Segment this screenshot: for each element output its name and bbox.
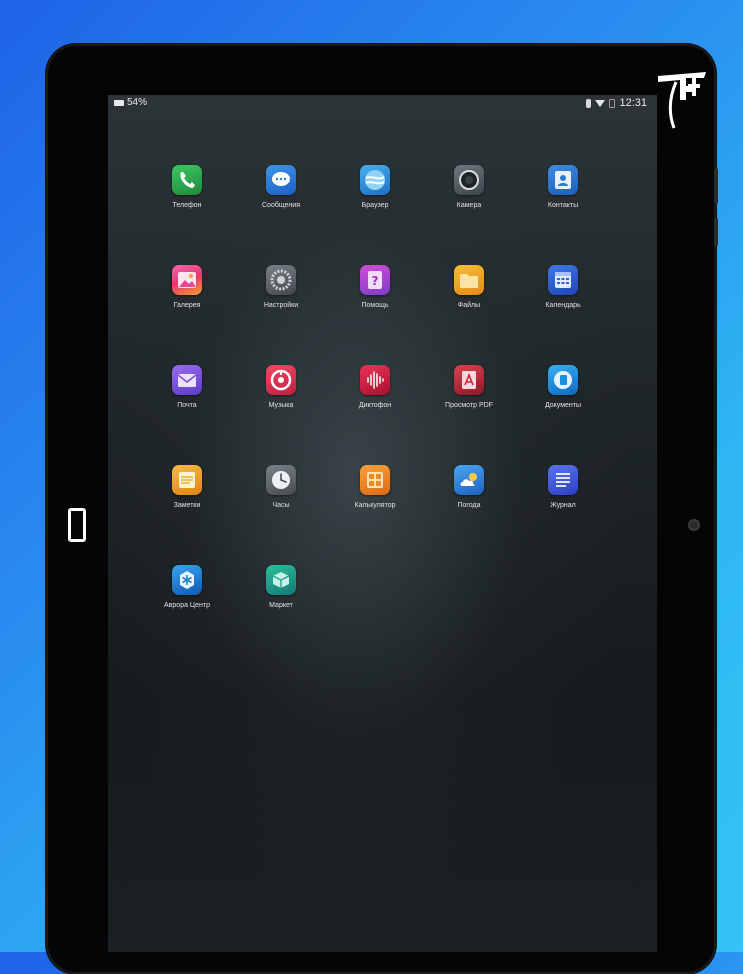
app-label: Документы [544,402,582,409]
app-calculator[interactable]: Калькулятор [335,465,415,531]
app-label: Галерея [173,302,201,309]
app-clock[interactable]: Часы [241,465,321,531]
clock-time: 12:31 [619,97,647,109]
app-label: Камера [456,202,482,209]
home-button[interactable] [68,508,86,542]
aurora-center-icon [172,565,202,595]
app-label: Почта [177,402,197,409]
app-pdf-viewer[interactable]: Просмотр PDF [429,365,509,431]
side-button [714,168,718,204]
app-label: Файлы [457,302,481,309]
calendar-icon [548,265,578,295]
front-camera [688,519,700,531]
app-camera[interactable]: Камера [429,165,509,231]
market-icon [266,565,296,595]
camera-icon [454,165,484,195]
messages-icon [266,165,296,195]
sim-icon [609,98,616,108]
app-label: Контакты [547,202,579,209]
wifi-icon [595,99,606,107]
app-notes[interactable]: Заметки [147,465,227,531]
app-recorder[interactable]: Диктофон [335,365,415,431]
app-music[interactable]: Музыка [241,365,321,431]
side-button [714,218,718,246]
app-label: Часы [272,502,290,509]
app-label: Помощь [361,302,389,309]
app-journal[interactable]: Журнал [523,465,603,531]
weather-icon [454,465,484,495]
home-screen: 54% 12:31 Телефон Сообщения Браузер Каме… [108,95,657,952]
app-label: Заметки [173,502,201,509]
notes-icon [172,465,202,495]
app-label: Браузер [361,202,389,209]
app-label: Настройки [263,302,299,309]
phone-icon [172,165,202,195]
recorder-icon [360,365,390,395]
bluetooth-icon [586,98,592,108]
app-label: Журнал [550,502,576,509]
battery-icon [114,100,124,106]
app-weather[interactable]: Погода [429,465,509,531]
app-label: Телефон [172,202,202,209]
app-help[interactable]: ? Помощь [335,265,415,331]
documents-icon [548,365,578,395]
status-bar: 54% 12:31 [108,95,657,115]
browser-icon [360,165,390,195]
help-icon: ? [360,265,390,295]
battery-percentage: 54% [127,97,148,108]
gallery-icon [172,265,202,295]
journal-icon [548,465,578,495]
app-calendar[interactable]: Календарь [523,265,603,331]
clock-icon [266,465,296,495]
files-icon [454,265,484,295]
app-label: Сообщения [262,202,300,209]
app-mail[interactable]: Почта [147,365,227,431]
app-messages[interactable]: Сообщения [241,165,321,231]
mail-icon [172,365,202,395]
app-gallery[interactable]: Галерея [147,265,227,331]
app-market[interactable]: Маркет [241,565,321,631]
app-browser[interactable]: Браузер [335,165,415,231]
app-settings[interactable]: Настройки [241,265,321,331]
watermark-logo-icon [658,72,706,129]
app-label: Маркет [269,602,293,609]
app-documents[interactable]: Документы [523,365,603,431]
app-label: Аврора Центр [164,602,210,609]
app-label: Погода [457,502,481,509]
app-aurora-center[interactable]: Аврора Центр [147,565,227,631]
app-label: Музыка [268,402,294,409]
calculator-icon [360,465,390,495]
app-label: Календарь [545,302,581,309]
app-files[interactable]: Файлы [429,265,509,331]
music-icon [266,365,296,395]
app-label: Просмотр PDF [445,402,493,409]
svg-text:?: ? [372,274,379,288]
contacts-icon [548,165,578,195]
pdf-viewer-icon [454,365,484,395]
app-label: Калькулятор [354,502,396,509]
app-phone[interactable]: Телефон [147,165,227,231]
status-indicators: 12:31 [586,97,647,109]
app-contacts[interactable]: Контакты [523,165,603,231]
app-label: Диктофон [358,402,392,409]
settings-icon [266,265,296,295]
